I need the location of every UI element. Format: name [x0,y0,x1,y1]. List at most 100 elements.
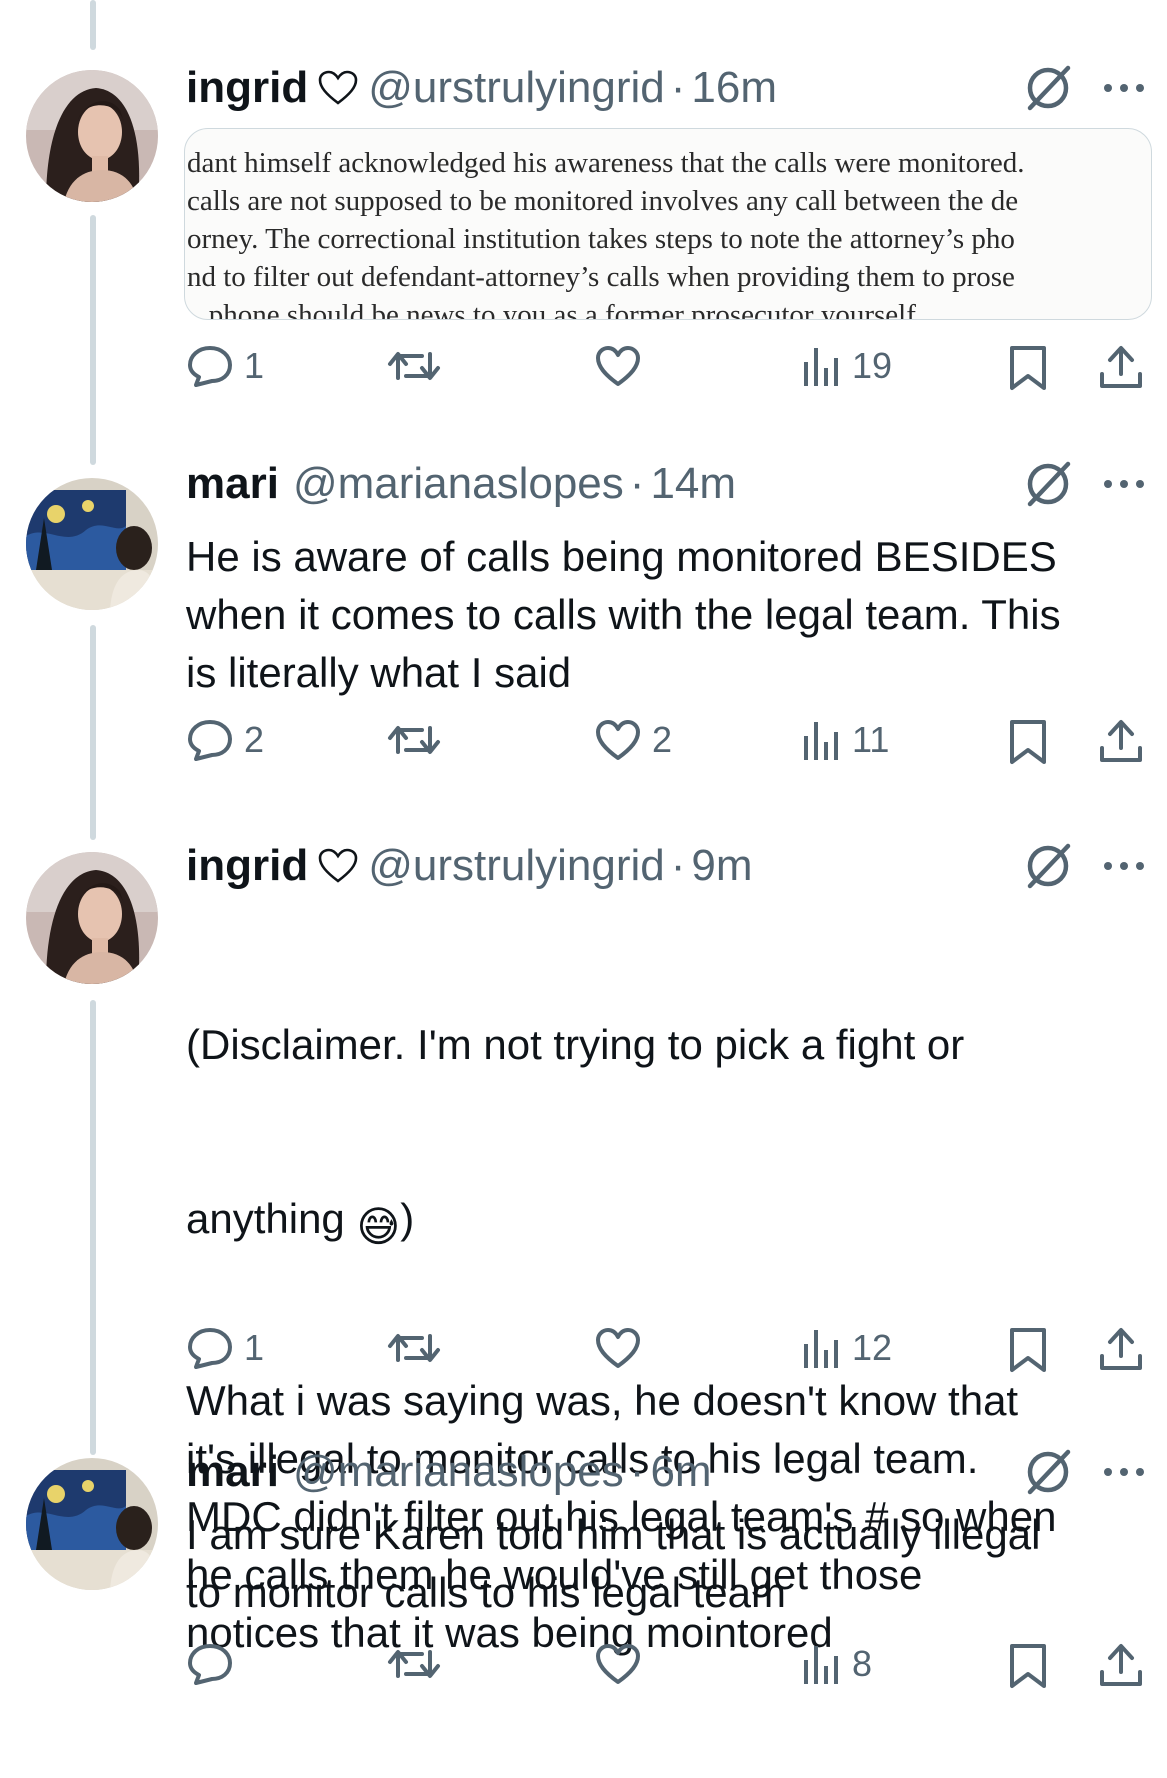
like-button[interactable] [594,1326,652,1370]
repost-icon [388,352,440,380]
tweet[interactable]: ingrid @urstrulyingrid · 9m (Disclaimer.… [0,830,1167,1656]
tweet-actions: 1 19 [0,344,1167,404]
reply-button[interactable] [186,1642,244,1686]
avatar-mari[interactable] [26,1458,158,1590]
views-icon [804,348,838,386]
tweet[interactable]: mari @marianaslopes · 14m He is aware of… [0,450,1167,830]
tweet-text: He is aware of calls being monitored BES… [186,533,1061,696]
like-button[interactable] [594,1642,652,1686]
grok-icon[interactable] [1020,838,1076,894]
grok-icon[interactable] [1020,60,1076,116]
share-icon [1100,346,1142,388]
views-button[interactable]: 11 [802,718,889,762]
views-button[interactable]: 8 [802,1642,872,1686]
display-name[interactable]: mari [186,1447,279,1497]
display-name[interactable]: ingrid [186,63,308,113]
tweet-header: mari @marianaslopes · 6m [186,1442,712,1502]
bookmark-icon [1010,346,1046,390]
like-button[interactable] [594,344,652,388]
grok-icon[interactable] [1020,1444,1076,1500]
more-dots-icon[interactable] [1100,856,1148,876]
tweet[interactable]: mari @marianaslopes · 6m I am sure Karen… [0,1442,1167,1701]
view-count: 11 [852,719,890,760]
bookmark-icon [1010,1644,1046,1688]
repost-button[interactable] [386,1326,452,1370]
quote-text-line: calls are not supposed to be monitored i… [187,185,1019,217]
view-count: 19 [852,345,893,386]
reply-button[interactable]: 1 [186,344,264,388]
like-button[interactable]: 2 [594,718,672,762]
timestamp[interactable]: 9m [691,841,752,891]
reply-count: 2 [244,719,265,760]
like-count: 2 [652,719,673,760]
repost-button[interactable] [386,718,452,762]
share-icon [1100,720,1142,762]
quoted-image[interactable]: dant himself acknowledged his awareness … [184,128,1152,320]
share-icon [1100,1328,1142,1370]
bookmark-button[interactable] [1008,718,1048,766]
heart-outline-icon [318,70,358,106]
handle[interactable]: @marianaslopes [293,1447,624,1497]
bookmark-icon [1010,720,1046,764]
more-dots-icon[interactable] [1100,474,1148,494]
display-name[interactable]: ingrid [186,841,308,891]
reply-icon [188,720,232,761]
reply-count: 1 [244,1327,265,1368]
display-name[interactable]: mari [186,459,279,509]
quote-text-line: dant himself acknowledged his awareness … [187,147,1025,179]
tweet-text-line: anything 😅) [186,1190,1146,1256]
sweat-smile-emoji: 😅 [356,1202,401,1251]
reply-button[interactable]: 2 [186,718,264,762]
more-dots-icon[interactable] [1100,78,1148,98]
like-icon [596,346,640,386]
repost-button[interactable] [386,1642,452,1686]
timestamp[interactable]: 16m [691,63,777,113]
avatar-ingrid[interactable] [26,852,158,984]
reply-button[interactable]: 1 [186,1326,264,1370]
avatar-mari[interactable] [26,478,158,610]
grok-icon[interactable] [1020,456,1076,512]
separator: · [670,841,686,890]
like-icon [596,1644,640,1684]
more-dots-icon[interactable] [1100,1462,1148,1482]
tweet[interactable]: ingrid @urstrulyingrid · 16m dant himsel… [0,0,1167,450]
quote-text-line: orney. The correctional institution take… [187,223,1015,255]
views-button[interactable]: 19 [802,344,892,388]
heart-outline-icon [318,848,358,884]
repost-icon [388,726,440,754]
share-button[interactable] [1098,718,1144,766]
repost-button[interactable] [386,344,452,388]
timestamp[interactable]: 6m [650,1447,711,1497]
reply-icon [188,1644,232,1685]
like-icon [596,720,640,760]
repost-icon [388,1334,440,1362]
timestamp[interactable]: 14m [650,459,736,509]
share-button[interactable] [1098,344,1144,392]
avatar-ingrid[interactable] [26,70,158,202]
view-count: 12 [852,1327,893,1368]
share-button[interactable] [1098,1642,1144,1690]
quote-text-line: nd to filter out defendant-attorney’s ca… [187,261,1015,293]
reply-count: 1 [244,345,265,386]
separator: · [629,459,645,508]
bookmark-button[interactable] [1008,344,1048,392]
tweet-header: mari @marianaslopes · 14m [186,454,736,514]
tweet-text-line: (Disclaimer. I'm not trying to pick a fi… [186,1021,965,1068]
tweet-actions: 1 12 [0,1326,1167,1386]
bookmark-button[interactable] [1008,1642,1048,1690]
like-icon [596,1328,640,1368]
share-button[interactable] [1098,1326,1144,1374]
view-count: 8 [852,1643,873,1684]
views-icon [804,1646,838,1684]
tweet-actions: 2 2 11 [0,718,1167,778]
share-icon [1100,1644,1142,1686]
handle[interactable]: @marianaslopes [293,459,624,509]
tweet-header: ingrid @urstrulyingrid · 16m [186,58,777,118]
views-icon [804,722,838,760]
handle[interactable]: @urstrulyingrid [368,841,665,891]
handle[interactable]: @urstrulyingrid [368,63,665,113]
bookmark-button[interactable] [1008,1326,1048,1374]
tweet-text: I am sure Karen told him that is actuall… [186,1511,1041,1616]
views-button[interactable]: 12 [802,1326,892,1370]
reply-icon [188,346,232,387]
